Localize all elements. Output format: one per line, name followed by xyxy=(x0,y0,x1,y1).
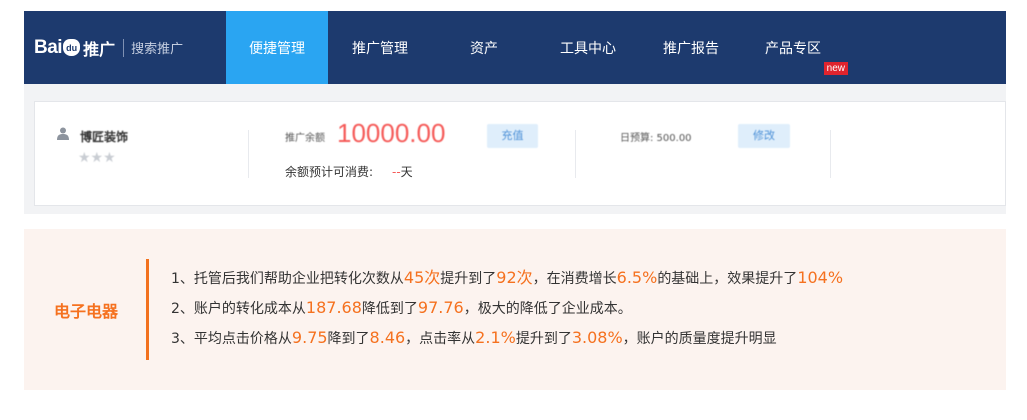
result-text: ，在消费增长 xyxy=(532,271,617,287)
baidu-promotion-logo[interactable]: Bai du 推广 搜索推广 xyxy=(34,11,183,84)
case-result-section: 电子电器 1、托管后我们帮助企业把转化次数从45次提升到了92次，在消费增长6.… xyxy=(24,229,1006,390)
result-text: 的基础上，效果提升了 xyxy=(657,271,798,287)
nav-label: 推广报告 xyxy=(663,40,719,57)
baidu-paw-icon: du xyxy=(63,39,81,56)
industry-label: 电子电器 xyxy=(54,302,119,321)
nav-label-wrap: 产品专区 new xyxy=(765,38,848,75)
highlight-value: 6.5% xyxy=(616,268,658,287)
result-text: 1、托管后我们帮助企业把转化次数从 xyxy=(171,271,404,287)
divider xyxy=(830,130,831,178)
estimate-days-label: 余额预计可消费: xyxy=(285,165,374,179)
result-text: 3、平均点击价格从 xyxy=(171,331,292,347)
balance-label: 推广余额 xyxy=(285,133,325,144)
estimate-days-value: --天 xyxy=(392,165,413,179)
recharge-button[interactable]: 充值 xyxy=(487,124,538,148)
top-nav-bar: Bai du 推广 搜索推广 便捷管理 推广管理 资产 工具中心 推广报告 产品… xyxy=(24,11,1006,84)
account-star-rating: ★★★ xyxy=(78,150,116,166)
main-nav: 便捷管理 推广管理 资产 工具中心 推广报告 产品专区 new xyxy=(226,11,848,84)
account-overview-section: 博匠装饰 ★★★ 推广余额 10000.00 充值 余额预计可消费: --天 日… xyxy=(24,84,1006,214)
result-line: 3、平均点击价格从9.75降到了8.46，点击率从2.1%提升到了3.08%，账… xyxy=(171,327,843,357)
result-text: 降到了 xyxy=(327,331,370,347)
accent-divider xyxy=(146,259,149,360)
nav-label: 产品专区 xyxy=(765,40,821,57)
modify-budget-button[interactable]: 修改 xyxy=(738,124,790,148)
highlight-value: 3.08% xyxy=(571,328,623,347)
logo-bai-text: Bai xyxy=(34,36,63,58)
nav-label: 便捷管理 xyxy=(249,40,305,57)
nav-tool-center[interactable]: 工具中心 xyxy=(536,11,640,84)
highlight-value: 2.1% xyxy=(475,328,516,347)
logo-divider xyxy=(123,38,125,57)
account-card: 博匠装饰 ★★★ 推广余额 10000.00 充值 余额预计可消费: --天 日… xyxy=(34,101,1006,206)
result-text: 提升到了 xyxy=(440,271,497,287)
highlight-value: 97.76 xyxy=(417,298,464,317)
daily-budget-label: 日预算: 500.00 xyxy=(620,133,692,144)
nav-label: 工具中心 xyxy=(560,40,616,57)
result-line: 2、账户的转化成本从187.68降低到了97.76，极大的降低了企业成本。 xyxy=(171,297,843,327)
result-line: 1、托管后我们帮助企业把转化次数从45次提升到了92次，在消费增长6.5%的基础… xyxy=(171,267,843,297)
nav-promotion-manage[interactable]: 推广管理 xyxy=(328,11,432,84)
nav-promotion-report[interactable]: 推广报告 xyxy=(640,11,742,84)
highlight-value: 8.46 xyxy=(369,328,406,347)
highlight-value: 187.68 xyxy=(305,298,362,317)
nav-label: 资产 xyxy=(470,40,498,57)
balance-value: 10000.00 xyxy=(337,118,446,148)
result-text: ，极大的降低了企业成本。 xyxy=(463,301,632,317)
nav-quick-manage[interactable]: 便捷管理 xyxy=(226,11,328,84)
nav-product-zone[interactable]: 产品专区 new xyxy=(742,11,848,84)
result-text: 提升到了 xyxy=(515,331,572,347)
result-text: ，账户的质量度提升明显 xyxy=(622,331,777,347)
highlight-value: 45次 xyxy=(403,268,441,287)
logo-product-text: 推广 xyxy=(83,39,116,59)
divider xyxy=(575,130,576,178)
result-text: ，点击率从 xyxy=(405,331,476,347)
highlight-value: 104% xyxy=(797,268,844,287)
new-badge: new xyxy=(823,61,848,75)
logo-subtitle: 搜索推广 xyxy=(131,42,184,57)
divider xyxy=(248,130,249,178)
highlight-value: 92次 xyxy=(496,268,533,287)
account-username: 博匠装饰 xyxy=(80,130,129,144)
nav-assets[interactable]: 资产 xyxy=(432,11,536,84)
user-icon xyxy=(57,127,69,140)
result-text: 降低到了 xyxy=(361,301,418,317)
nav-label: 推广管理 xyxy=(352,40,408,57)
result-lines: 1、托管后我们帮助企业把转化次数从45次提升到了92次，在消费增长6.5%的基础… xyxy=(171,267,843,357)
highlight-value: 9.75 xyxy=(291,328,328,347)
result-text: 2、账户的转化成本从 xyxy=(171,301,306,317)
